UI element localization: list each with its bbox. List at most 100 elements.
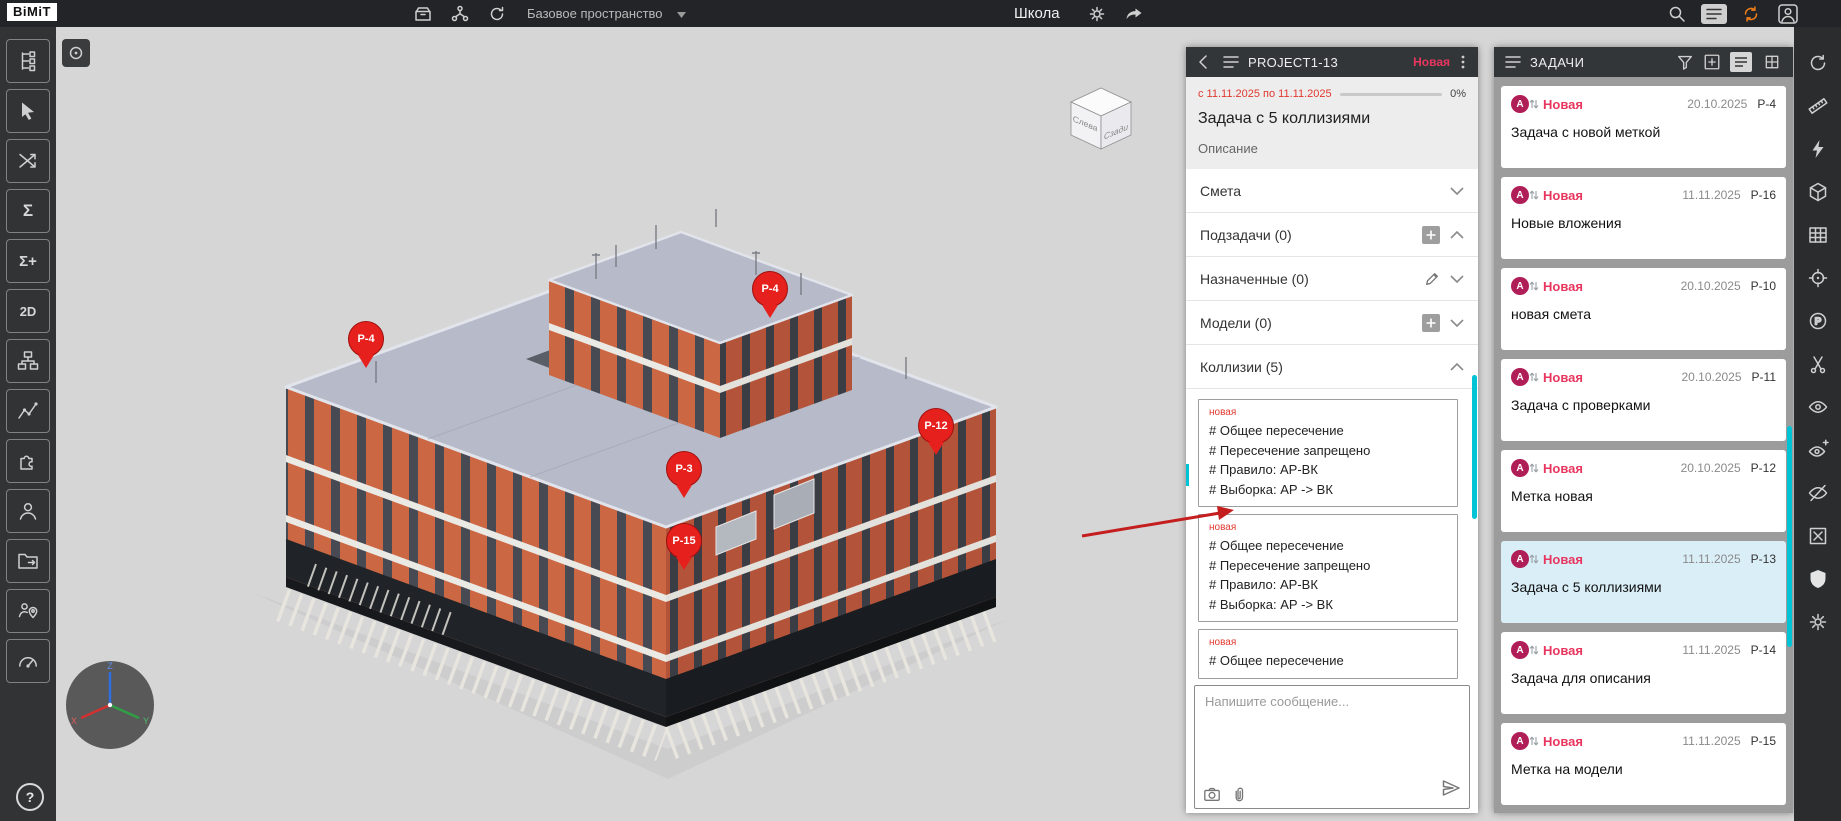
- panel-resize-handle[interactable]: [1186, 464, 1189, 486]
- cube-icon[interactable]: [1807, 170, 1829, 213]
- task-card-selected[interactable]: A Новая 11.11.2025 P-13 Задача с 5 колли…: [1501, 541, 1786, 623]
- sections-scrollbar[interactable]: [1472, 375, 1477, 519]
- eye-add-icon[interactable]: [1807, 428, 1829, 471]
- team-icon[interactable]: [447, 3, 473, 25]
- section-assignees[interactable]: Назначенные (0): [1186, 257, 1478, 301]
- navigation-cube[interactable]: Слева Сзади: [1063, 83, 1139, 160]
- message-input[interactable]: [1203, 692, 1463, 778]
- grid-icon[interactable]: [1807, 213, 1829, 256]
- avatar: A: [1511, 732, 1529, 750]
- search-icon[interactable]: [1664, 3, 1690, 25]
- add-task-icon[interactable]: [1703, 53, 1721, 71]
- shield-icon[interactable]: [1807, 557, 1829, 600]
- model-tree-icon[interactable]: [6, 39, 50, 83]
- tasks-list: A Новая 20.10.2025 P-4 Задача с новой ме…: [1494, 77, 1793, 813]
- person-location-icon[interactable]: [6, 589, 50, 633]
- sync-icon[interactable]: [1738, 3, 1764, 25]
- add-model-button[interactable]: [1422, 314, 1440, 332]
- model-pin[interactable]: P-4: [750, 271, 790, 318]
- camera-icon[interactable]: [1203, 785, 1221, 803]
- left-toolbar: Σ Σ+ 2D ?: [0, 27, 56, 821]
- task-card[interactable]: A Новая 20.10.2025 P-12 Метка новая: [1501, 450, 1786, 532]
- model-pin[interactable]: P-15: [664, 523, 704, 570]
- eye-off-icon[interactable]: [1807, 471, 1829, 514]
- workspace-select[interactable]: Базовое пространство: [527, 6, 663, 21]
- app-logo[interactable]: BiMiT: [7, 3, 57, 21]
- task-title: Задача с 5 коллизиями: [1198, 110, 1466, 128]
- sigma-plus-icon[interactable]: Σ+: [6, 239, 50, 283]
- section-models[interactable]: Модели (0): [1186, 301, 1478, 345]
- date-range: с 11.11.2025 по 11.11.2025: [1198, 88, 1332, 100]
- storage-icon[interactable]: [410, 3, 436, 25]
- edit-pencil-icon[interactable]: [1424, 271, 1440, 287]
- box-x-icon[interactable]: [1807, 514, 1829, 557]
- task-card[interactable]: A Новая 11.11.2025 P-15 Метка на модели: [1501, 723, 1786, 805]
- tasks-panel: ЗАДАЧИ A Новая 20.10.2025 P-4 Задача с н…: [1494, 47, 1793, 813]
- collision-card[interactable]: новая # Общее пересечение # Пересечение …: [1198, 399, 1458, 507]
- list-view-toggle[interactable]: [1730, 52, 1752, 72]
- add-subtask-button[interactable]: [1422, 226, 1440, 244]
- task-card[interactable]: A Новая 20.10.2025 P-11 Задача с проверк…: [1501, 359, 1786, 441]
- priority-icon: [1529, 461, 1539, 475]
- back-icon[interactable]: [1194, 52, 1214, 72]
- axis-gizmo[interactable]: Z X Y: [63, 658, 157, 757]
- more-icon[interactable]: [1456, 53, 1470, 71]
- task-card[interactable]: A Новая 20.10.2025 P-4 Задача с новой ме…: [1501, 86, 1786, 168]
- select-pointer-icon[interactable]: [6, 89, 50, 133]
- share-icon[interactable]: [1121, 3, 1147, 25]
- menu-icon[interactable]: [1504, 54, 1522, 70]
- model-pin[interactable]: P-3: [664, 451, 704, 498]
- chevron-down-icon[interactable]: [677, 5, 686, 23]
- chevron-up-icon: [1450, 363, 1464, 371]
- plugins-icon[interactable]: [6, 439, 50, 483]
- parking-icon[interactable]: P: [1807, 299, 1829, 342]
- task-card[interactable]: A Новая 11.11.2025 P-14 Задача для описа…: [1501, 632, 1786, 714]
- paperclip-icon[interactable]: [1229, 785, 1247, 803]
- folder-export-icon[interactable]: [6, 539, 50, 583]
- 2d-icon[interactable]: 2D: [6, 289, 50, 333]
- filter-icon[interactable]: [1676, 53, 1694, 71]
- help-button[interactable]: ?: [16, 783, 44, 811]
- priority-icon: [1529, 188, 1539, 202]
- priority-icon: [1529, 370, 1539, 384]
- org-chart-icon[interactable]: [6, 339, 50, 383]
- section-subtasks[interactable]: Подзадачи (0): [1186, 213, 1478, 257]
- model-pin[interactable]: P-12: [916, 408, 956, 455]
- task-card[interactable]: A Новая 11.11.2025 P-16 Новые вложения: [1501, 177, 1786, 259]
- eye-icon[interactable]: [1807, 385, 1829, 428]
- ruler-icon[interactable]: [1807, 84, 1829, 127]
- collision-card[interactable]: новая # Общее пересечение: [1198, 629, 1458, 679]
- model-viewport[interactable]: [56, 27, 1186, 821]
- model-pin[interactable]: P-4: [346, 321, 386, 368]
- chevron-down-icon: [1450, 319, 1464, 327]
- building-model[interactable]: [251, 209, 1008, 779]
- gear-icon[interactable]: [1807, 600, 1829, 643]
- gauge-icon[interactable]: [6, 639, 50, 683]
- chart-icon[interactable]: [6, 389, 50, 433]
- sigma-icon[interactable]: Σ: [6, 189, 50, 233]
- grid-view-toggle[interactable]: [1761, 52, 1783, 72]
- gear-icon[interactable]: [1084, 3, 1110, 25]
- send-icon[interactable]: [1441, 778, 1461, 803]
- journal-icon[interactable]: [1701, 3, 1727, 25]
- section-estimate[interactable]: Смета: [1186, 169, 1478, 213]
- section-cut-icon[interactable]: [1807, 342, 1829, 385]
- tasks-scrollbar[interactable]: [1787, 426, 1792, 647]
- priority-icon: [1529, 279, 1539, 293]
- task-card[interactable]: A Новая 20.10.2025 P-10 новая смета: [1501, 268, 1786, 350]
- menu-icon[interactable]: [1222, 54, 1240, 70]
- focus-model-button[interactable]: [62, 39, 90, 67]
- collision-card[interactable]: новая # Общее пересечение # Пересечение …: [1198, 514, 1458, 622]
- person-icon[interactable]: [6, 489, 50, 533]
- refresh-icon[interactable]: [484, 3, 510, 25]
- svg-text:Y: Y: [143, 716, 149, 726]
- profile-icon[interactable]: [1775, 3, 1801, 25]
- priority-icon: [1529, 552, 1539, 566]
- lightning-icon[interactable]: [1807, 127, 1829, 170]
- collision-status: новая: [1209, 407, 1447, 418]
- avatar: A: [1511, 641, 1529, 659]
- target-icon[interactable]: [1807, 256, 1829, 299]
- clash-arrows-icon[interactable]: [6, 139, 50, 183]
- sync-icon[interactable]: [1807, 41, 1829, 84]
- section-collisions[interactable]: Коллизии (5): [1186, 345, 1478, 389]
